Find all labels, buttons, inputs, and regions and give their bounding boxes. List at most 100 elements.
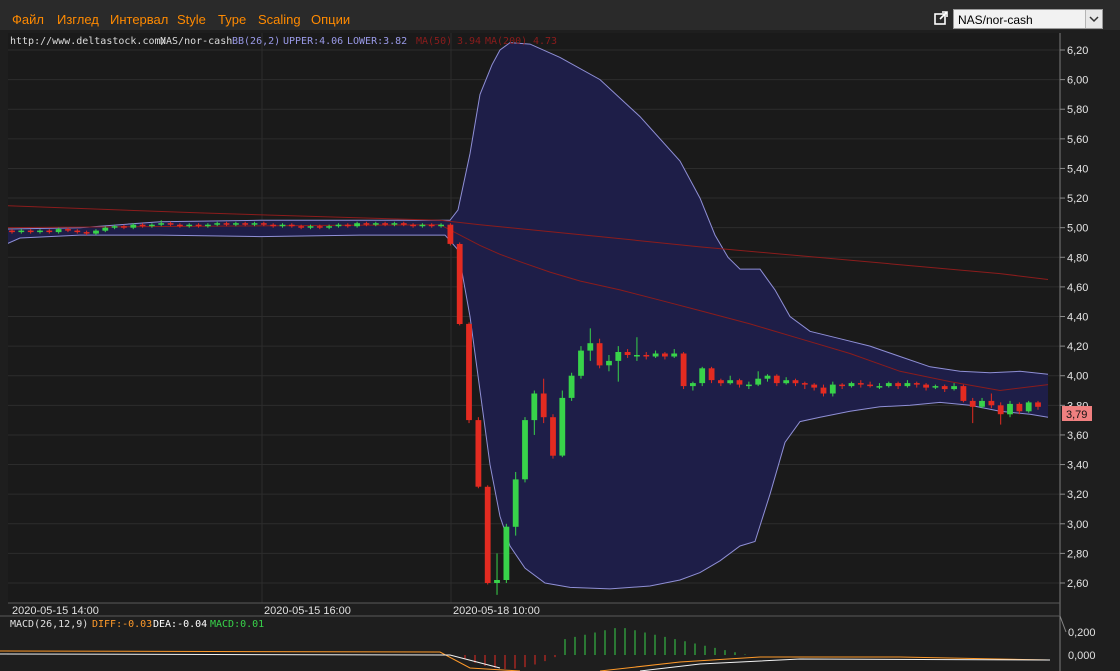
candle-body — [857, 383, 864, 385]
candle-body — [951, 386, 957, 390]
candle-body — [941, 386, 948, 390]
candle-body — [55, 229, 62, 233]
candle-body — [997, 405, 1004, 415]
symbol-select-value: NAS/nor-cash — [958, 13, 1033, 27]
candle-body — [270, 224, 277, 227]
price-tick-label: 4,00 — [1067, 371, 1088, 383]
candle-body — [746, 384, 752, 387]
candle-body — [279, 224, 286, 227]
price-tick-label: 6,20 — [1067, 45, 1088, 57]
candle-body — [260, 223, 267, 225]
candle-body — [578, 350, 584, 376]
candle-body — [923, 384, 929, 388]
candle-body — [83, 232, 90, 234]
menu-view[interactable]: Изглед — [57, 0, 99, 30]
candle-body — [690, 383, 696, 387]
candle-body — [288, 224, 295, 227]
current-price-label: 3,79 — [1066, 409, 1087, 421]
price-chart[interactable]: 2,602,803,003,203,403,603,804,004,204,40… — [0, 30, 1120, 671]
candle-body — [876, 386, 883, 388]
macd-value: MACD:0.01 — [210, 619, 264, 630]
candle-body — [1035, 402, 1041, 407]
chevron-down-icon[interactable] — [1085, 10, 1102, 28]
candle-body — [512, 479, 519, 527]
candle-body — [205, 224, 211, 227]
candle-body — [867, 384, 873, 387]
candle-body — [326, 226, 332, 228]
candle-body — [475, 420, 482, 487]
ma50-label: MA(50) — [416, 36, 452, 47]
candle-body — [46, 230, 53, 233]
candle-body — [214, 223, 221, 225]
candle-body — [298, 226, 305, 228]
candle-body — [167, 223, 174, 225]
macd-dea: DEA:-0.04 — [153, 619, 207, 630]
candle-body — [139, 224, 146, 227]
menu-scaling[interactable]: Scaling — [258, 0, 301, 30]
candle-body — [494, 580, 500, 583]
candle-body — [820, 387, 827, 394]
trading-app: Файл Изглед Интервал Style Type Scaling … — [0, 0, 1120, 671]
candle-body — [587, 343, 594, 351]
candle-body — [606, 360, 612, 366]
bb-lower-label: LOWER:3.82 — [347, 36, 407, 47]
menu-interval[interactable]: Интервал — [110, 0, 168, 30]
candle-body — [18, 230, 25, 233]
candle-body — [177, 224, 183, 227]
candle-body — [307, 226, 314, 228]
candle-body — [363, 223, 370, 225]
menu-options[interactable]: Опции — [311, 0, 350, 30]
candle-body — [233, 223, 239, 225]
price-tick-label: 3,20 — [1067, 489, 1088, 501]
symbol-select[interactable]: NAS/nor-cash — [953, 9, 1103, 29]
external-link-icon[interactable] — [934, 11, 948, 25]
candle-body — [391, 223, 398, 225]
candle-body — [643, 355, 650, 357]
candle-body — [811, 384, 818, 388]
candle-body — [699, 368, 706, 384]
candle-body — [438, 224, 444, 227]
price-tick-label: 3,00 — [1067, 519, 1088, 531]
menu-file[interactable]: Файл — [12, 0, 44, 30]
candle-body — [680, 353, 687, 387]
candle-body — [773, 375, 780, 384]
candle-body — [1007, 403, 1013, 415]
menu-type[interactable]: Type — [218, 0, 246, 30]
macd-axis-label-zero: 0,000 — [1068, 650, 1096, 662]
price-tick-label: 4,60 — [1067, 282, 1088, 294]
candle-body — [354, 223, 360, 227]
candle-body — [130, 224, 137, 228]
candle-body — [456, 244, 463, 324]
candle-body — [913, 383, 920, 385]
candle-body — [466, 323, 472, 421]
candle-body — [550, 417, 556, 456]
candle-body — [829, 384, 836, 394]
candle-body — [848, 383, 855, 387]
candle-body — [382, 223, 388, 225]
menu-style[interactable]: Style — [177, 0, 206, 30]
candle-body — [447, 224, 454, 244]
price-tick-label: 5,00 — [1067, 223, 1088, 235]
ma50-value: 3.94 — [457, 36, 481, 47]
candle-body — [969, 400, 976, 407]
candle-body — [559, 397, 566, 456]
price-tick-label: 5,80 — [1067, 104, 1088, 116]
candle-body — [568, 375, 575, 398]
candle-body — [783, 380, 790, 384]
candle-body — [634, 355, 640, 357]
chart-symbol: NAS/nor-cash — [160, 36, 232, 47]
candle-body — [960, 386, 967, 401]
candle-body — [484, 486, 491, 583]
price-tick-label: 5,40 — [1067, 163, 1088, 175]
candle-body — [596, 343, 603, 366]
bb-label: BB(26,2) — [232, 36, 280, 47]
price-tick-label: 5,60 — [1067, 134, 1088, 146]
candle-body — [839, 384, 845, 387]
candle-body — [522, 420, 528, 480]
candle-body — [979, 400, 985, 407]
candle-body — [419, 224, 426, 227]
candle-body — [801, 383, 808, 385]
source-url: http://www.deltastock.com/ — [10, 36, 167, 47]
candle-body — [344, 224, 351, 227]
candle-body — [624, 352, 631, 355]
